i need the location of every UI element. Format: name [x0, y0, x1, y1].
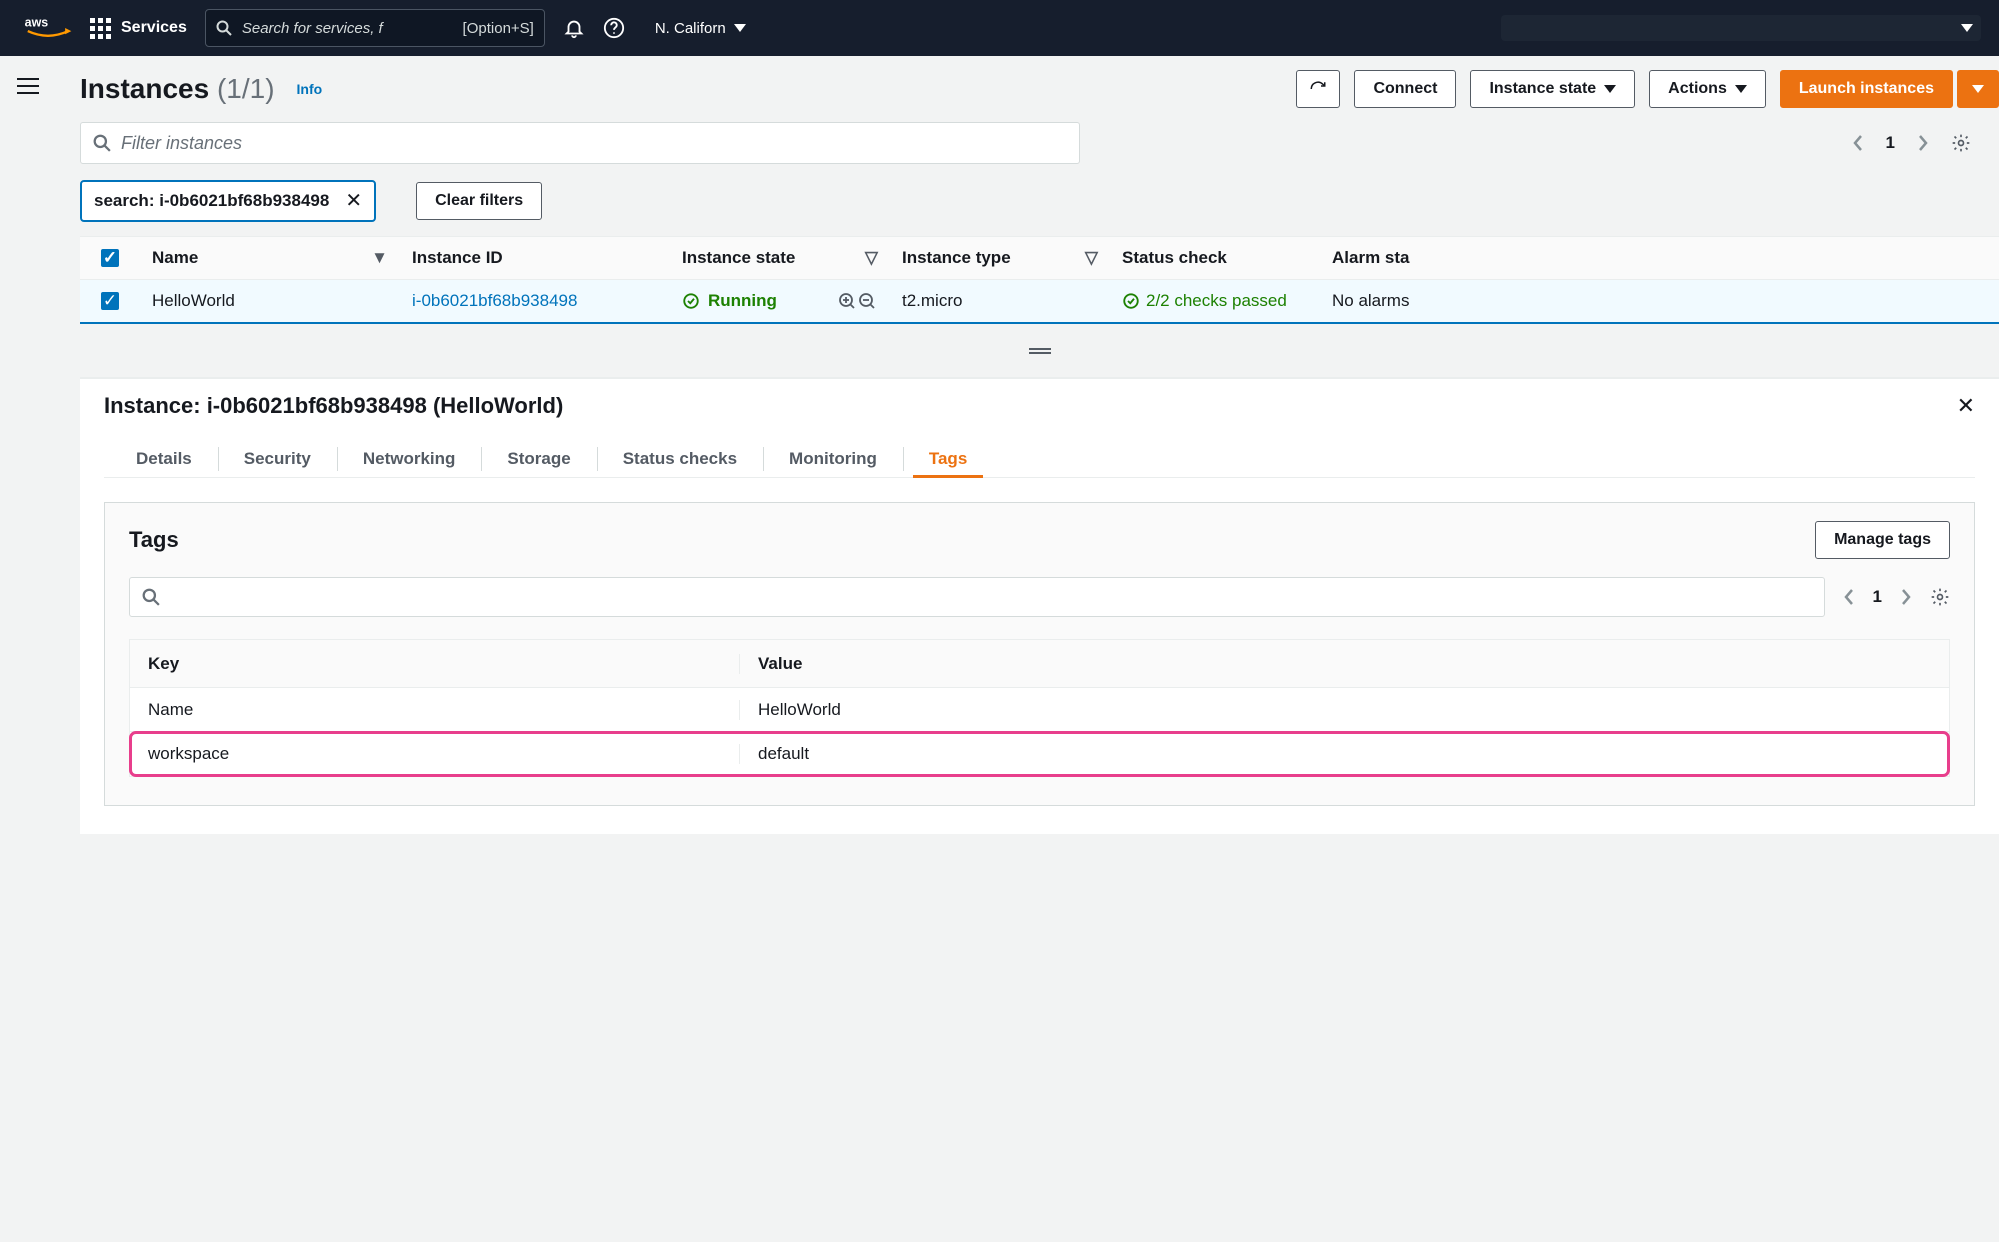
- launch-instances-button[interactable]: Launch instances: [1780, 70, 1953, 108]
- tags-panel: Tags Manage tags 1 Key Value: [104, 502, 1975, 806]
- tag-row: NameHelloWorld: [130, 688, 1949, 732]
- tags-filter-input[interactable]: [129, 577, 1825, 617]
- search-icon: [93, 134, 111, 152]
- tab-monitoring[interactable]: Monitoring: [763, 441, 903, 477]
- cell-instance-type: t2.micro: [890, 291, 1110, 311]
- tab-tags[interactable]: Tags: [903, 441, 993, 477]
- actions-button[interactable]: Actions: [1649, 70, 1766, 108]
- column-status-check[interactable]: Status check: [1110, 248, 1320, 268]
- sidebar-toggle[interactable]: [0, 56, 56, 116]
- refresh-button[interactable]: [1296, 70, 1340, 108]
- search-icon: [216, 20, 232, 36]
- column-alarm-status[interactable]: Alarm sta: [1320, 248, 1440, 268]
- tags-table-settings[interactable]: [1930, 587, 1950, 607]
- split-panel-handle[interactable]: [80, 324, 1999, 378]
- select-all-checkbox[interactable]: ✓: [101, 249, 119, 267]
- aws-logo[interactable]: aws: [24, 14, 72, 42]
- tags-col-key[interactable]: Key: [130, 654, 740, 674]
- launch-group: Launch instances: [1780, 70, 1999, 108]
- filter-token[interactable]: search: i-0b6021bf68b938498 ✕: [80, 180, 376, 222]
- region-selector[interactable]: N. Californ: [655, 20, 746, 37]
- tags-col-value[interactable]: Value: [740, 654, 1949, 674]
- page-header: Instances (1/1) Info Connect Instance st…: [80, 70, 1999, 108]
- svg-text:aws: aws: [25, 15, 49, 29]
- table-settings[interactable]: [1951, 133, 1971, 153]
- zoom-icons[interactable]: [838, 292, 878, 310]
- chevron-down-icon: [1961, 24, 1973, 32]
- filter-token-text: search: i-0b6021bf68b938498: [94, 191, 329, 211]
- search-placeholder: Search for services, f: [242, 20, 383, 37]
- tag-value: default: [740, 744, 1949, 764]
- tab-status-checks[interactable]: Status checks: [597, 441, 763, 477]
- check-circle-icon: [682, 292, 700, 310]
- tags-next-page[interactable]: [1900, 588, 1912, 606]
- chevron-down-icon: [734, 24, 746, 32]
- instance-state-button[interactable]: Instance state: [1470, 70, 1635, 108]
- tab-storage[interactable]: Storage: [481, 441, 596, 477]
- remove-filter-icon[interactable]: ✕: [345, 191, 362, 211]
- cell-instance-state: Running: [670, 291, 890, 311]
- notifications-icon[interactable]: [563, 17, 585, 39]
- column-instance-id[interactable]: Instance ID: [400, 248, 670, 268]
- close-panel-icon[interactable]: ✕: [1957, 393, 1975, 419]
- filter-placeholder: Filter instances: [121, 133, 242, 154]
- table-row[interactable]: ✓ HelloWorld i-0b6021bf68b938498 Running…: [80, 280, 1999, 324]
- launch-dropdown-button[interactable]: [1957, 70, 1999, 108]
- next-page[interactable]: [1917, 134, 1929, 152]
- global-search[interactable]: Search for services, f [Option+S]: [205, 9, 545, 47]
- check-circle-icon: [1122, 292, 1140, 310]
- manage-tags-button[interactable]: Manage tags: [1815, 521, 1950, 559]
- tag-key: workspace: [130, 744, 740, 764]
- tab-networking[interactable]: Networking: [337, 441, 482, 477]
- page-title: Instances (1/1): [80, 73, 275, 105]
- services-label: Services: [121, 19, 187, 37]
- detail-panel: Instance: i-0b6021bf68b938498 (HelloWorl…: [80, 378, 1999, 834]
- detail-title: Instance: i-0b6021bf68b938498 (HelloWorl…: [104, 393, 563, 419]
- grid-icon: [90, 18, 111, 39]
- detail-tabs: DetailsSecurityNetworkingStorageStatus c…: [104, 441, 1975, 478]
- search-shortcut: [Option+S]: [463, 20, 534, 37]
- instances-table: ✓ Name▼ Instance ID Instance state▽ Inst…: [80, 236, 1999, 324]
- tab-details[interactable]: Details: [110, 441, 218, 477]
- tag-row: workspacedefault: [130, 732, 1949, 776]
- help-icon[interactable]: [603, 17, 625, 39]
- tags-page-number: 1: [1873, 587, 1882, 607]
- column-name[interactable]: Name▼: [140, 248, 400, 268]
- filter-instances-input[interactable]: Filter instances: [80, 122, 1080, 164]
- page-number: 1: [1886, 133, 1895, 153]
- prev-page[interactable]: [1852, 134, 1864, 152]
- tag-value: HelloWorld: [740, 700, 1949, 720]
- cell-alarm-status: No alarms: [1320, 291, 1440, 311]
- cell-instance-id[interactable]: i-0b6021bf68b938498: [400, 291, 670, 311]
- cell-status-check: 2/2 checks passed: [1110, 291, 1320, 311]
- column-instance-type[interactable]: Instance type▽: [890, 248, 1110, 268]
- region-label: N. Californ: [655, 20, 726, 37]
- row-checkbox[interactable]: ✓: [101, 292, 119, 310]
- column-instance-state[interactable]: Instance state▽: [670, 248, 890, 268]
- connect-button[interactable]: Connect: [1354, 70, 1456, 108]
- services-menu[interactable]: Services: [90, 18, 187, 39]
- tab-security[interactable]: Security: [218, 441, 337, 477]
- tags-prev-page[interactable]: [1843, 588, 1855, 606]
- tags-table: Key Value NameHelloWorldworkspacedefault: [129, 639, 1950, 777]
- tag-key: Name: [130, 700, 740, 720]
- account-menu[interactable]: [1501, 15, 1981, 41]
- global-nav: aws Services Search for services, f [Opt…: [0, 0, 1999, 56]
- info-link[interactable]: Info: [297, 81, 323, 97]
- clear-filters-button[interactable]: Clear filters: [416, 182, 542, 220]
- tags-title: Tags: [129, 527, 179, 553]
- pagination: 1: [1852, 133, 1999, 153]
- search-icon: [142, 588, 160, 606]
- cell-name: HelloWorld: [140, 291, 400, 311]
